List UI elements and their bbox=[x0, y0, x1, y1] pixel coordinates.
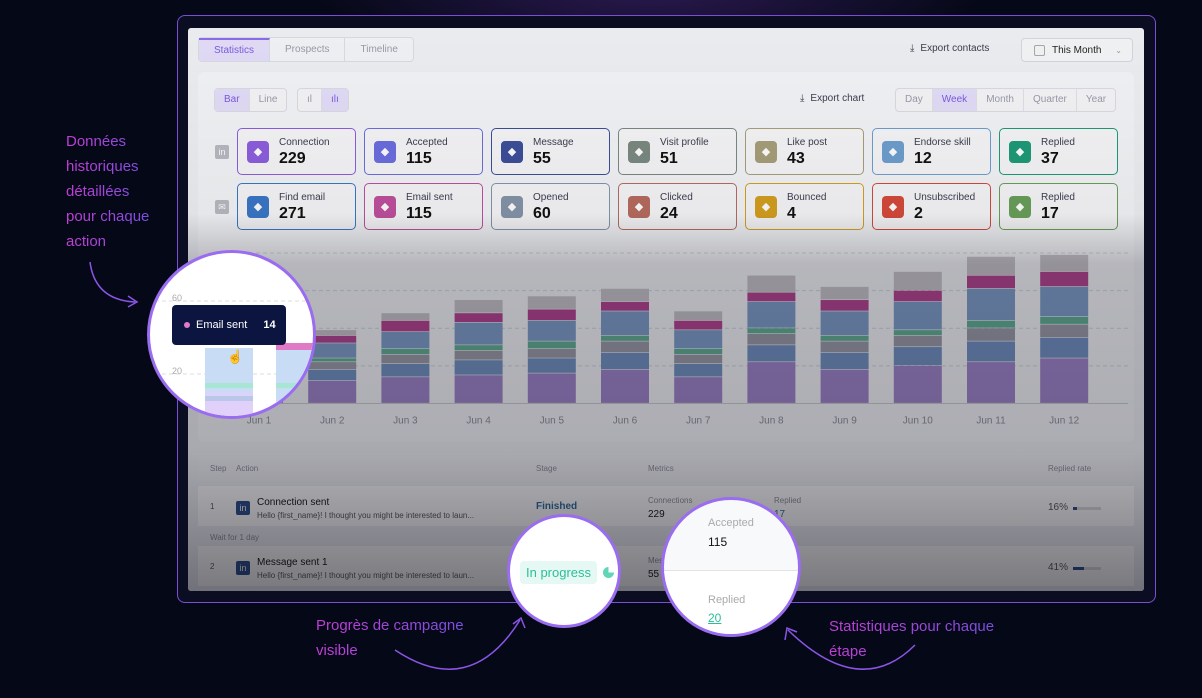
arrow-icon bbox=[784, 626, 798, 641]
annotation-arrows bbox=[89, 261, 916, 670]
arrow-icon bbox=[512, 616, 526, 629]
arrow-icon bbox=[787, 629, 916, 670]
arrow-icon bbox=[394, 619, 521, 670]
